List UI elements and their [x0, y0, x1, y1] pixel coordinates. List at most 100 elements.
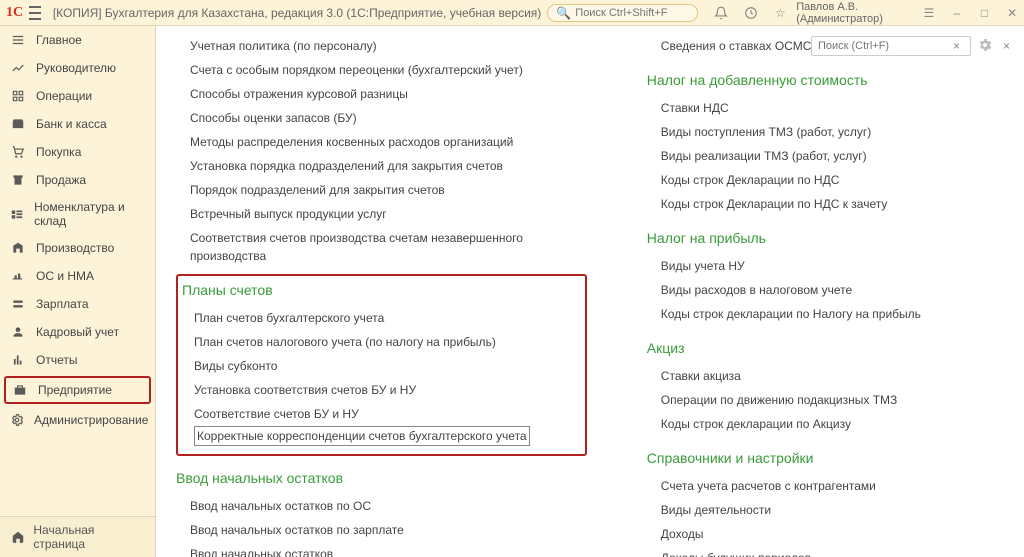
- nav-icon-6: [10, 206, 24, 222]
- group-title: Налог на добавленную стоимость: [647, 72, 1004, 88]
- lines-icon[interactable]: ☰: [923, 5, 935, 21]
- link[interactable]: Доходы: [647, 522, 1004, 546]
- nav-icon-3: [10, 116, 26, 132]
- history-icon[interactable]: [744, 5, 758, 21]
- nav-label: Руководителю: [36, 61, 116, 75]
- link[interactable]: Виды деятельности: [647, 498, 1004, 522]
- link[interactable]: Виды учета НУ: [647, 254, 1004, 278]
- home-label: Начальная страница: [33, 523, 145, 551]
- nav-item-2[interactable]: Операции: [0, 82, 155, 110]
- link[interactable]: Виды расходов в налоговом учете: [647, 278, 1004, 302]
- content-search-input[interactable]: [818, 40, 949, 52]
- close-window-icon[interactable]: ✕: [1006, 5, 1018, 21]
- nav-label: Операции: [36, 89, 92, 103]
- link[interactable]: Ставки акциза: [647, 364, 1004, 388]
- nav-item-5[interactable]: Продажа: [0, 166, 155, 194]
- nav-icon-13: [10, 412, 24, 428]
- bell-icon[interactable]: [714, 5, 728, 21]
- link[interactable]: Счета учета расчетов с контрагентами: [647, 474, 1004, 498]
- nav-label: Отчеты: [36, 353, 77, 367]
- nav-icon-4: [10, 144, 26, 160]
- link[interactable]: Встречный выпуск продукции услуг: [176, 202, 587, 226]
- group-title: Планы счетов: [182, 282, 579, 298]
- nav-icon-10: [10, 324, 26, 340]
- gear-icon[interactable]: [977, 37, 993, 56]
- nav-item-12[interactable]: Предприятие: [4, 376, 151, 404]
- link[interactable]: Соответствие счетов БУ и НУ: [180, 402, 579, 426]
- window-title: [КОПИЯ] Бухгалтерия для Казахстана, реда…: [53, 6, 541, 20]
- group-title: Справочники и настройки: [647, 450, 1004, 466]
- nav-icon-0: [10, 32, 26, 48]
- nav-item-7[interactable]: Производство: [0, 234, 155, 262]
- nav-icon-7: [10, 240, 26, 256]
- link[interactable]: Установка порядка подразделений для закр…: [176, 154, 587, 178]
- user-name[interactable]: Павлов А.В. (Администратор): [796, 1, 907, 25]
- nav-item-0[interactable]: Главное: [0, 26, 155, 54]
- link[interactable]: Коды строк декларации по Акцизу: [647, 412, 1004, 436]
- nav-label: Производство: [36, 241, 114, 255]
- link[interactable]: Виды субконто: [180, 354, 579, 378]
- group-title: Акциз: [647, 340, 1004, 356]
- link[interactable]: План счетов бухгалтерского учета: [180, 306, 579, 330]
- nav-label: Покупка: [36, 145, 81, 159]
- nav-label: Банк и касса: [36, 117, 107, 131]
- global-search-input[interactable]: [575, 7, 689, 19]
- nav-item-3[interactable]: Банк и касса: [0, 110, 155, 138]
- link[interactable]: Счета с особым порядком переоценки (бухг…: [176, 58, 587, 82]
- sidebar: Главное Руководителю Операции Банк и касса П…: [0, 26, 156, 557]
- highlighted-link[interactable]: Корректные корреспонденции счетов бухгал…: [194, 426, 530, 446]
- nav-item-10[interactable]: Кадровый учет: [0, 318, 155, 346]
- content-search[interactable]: ×: [811, 36, 971, 56]
- highlighted-group: Планы счетов План счетов бухгалтерского у…: [176, 274, 587, 456]
- link[interactable]: Порядок подразделений для закрытия счето…: [176, 178, 587, 202]
- nav-label: Администрирование: [34, 413, 148, 427]
- star-icon[interactable]: ☆: [774, 5, 786, 21]
- group-title: Ввод начальных остатков: [176, 470, 587, 486]
- link[interactable]: Доходы будущих периодов: [647, 546, 1004, 557]
- link[interactable]: Ввод начальных остатков: [176, 542, 587, 557]
- link[interactable]: Ввод начальных остатков по зарплате: [176, 518, 587, 542]
- minimize-icon[interactable]: –: [951, 5, 963, 21]
- link[interactable]: Ввод начальных остатков по ОС: [176, 494, 587, 518]
- search-icon: 🔍: [556, 6, 571, 20]
- nav-item-6[interactable]: Номенклатура и склад: [0, 194, 155, 234]
- link[interactable]: Коды строк Декларации по НДС к зачету: [647, 192, 1004, 216]
- nav-item-11[interactable]: Отчеты: [0, 346, 155, 374]
- home-nav[interactable]: Начальная страница: [0, 516, 155, 557]
- nav-icon-2: [10, 88, 26, 104]
- global-search[interactable]: 🔍: [547, 4, 698, 22]
- link[interactable]: Коды строк Декларации по НДС: [647, 168, 1004, 192]
- nav-label: ОС и НМА: [36, 269, 94, 283]
- link[interactable]: Виды реализации ТМЗ (работ, услуг): [647, 144, 1004, 168]
- nav-item-13[interactable]: Администрирование: [0, 406, 155, 434]
- link[interactable]: Способы оценки запасов (БУ): [176, 106, 587, 130]
- link[interactable]: Методы распределения косвенных расходов …: [176, 130, 587, 154]
- menu-icon[interactable]: [29, 6, 41, 20]
- link[interactable]: Ставки НДС: [647, 96, 1004, 120]
- close-panel-icon[interactable]: ×: [1003, 39, 1010, 53]
- home-icon: [10, 529, 25, 545]
- nav-icon-12: [12, 382, 28, 398]
- nav-icon-8: [10, 268, 26, 284]
- nav-item-1[interactable]: Руководителю: [0, 54, 155, 82]
- nav-label: Номенклатура и склад: [34, 200, 145, 228]
- nav-icon-5: [10, 172, 26, 188]
- nav-icon-1: [10, 60, 26, 76]
- nav-item-9[interactable]: Зарплата: [0, 290, 155, 318]
- logo: 1C: [6, 5, 23, 21]
- link[interactable]: Установка соответствия счетов БУ и НУ: [180, 378, 579, 402]
- nav-item-8[interactable]: ОС и НМА: [0, 262, 155, 290]
- maximize-icon[interactable]: □: [979, 5, 991, 21]
- link[interactable]: Коды строк декларации по Налогу на прибы…: [647, 302, 1004, 326]
- link[interactable]: Соответствия счетов производства счетам …: [176, 226, 587, 268]
- nav-label: Продажа: [36, 173, 86, 187]
- link[interactable]: Учетная политика (по персоналу): [176, 34, 587, 58]
- clear-search-icon[interactable]: ×: [949, 39, 964, 53]
- nav-label: Главное: [36, 33, 82, 47]
- link[interactable]: Способы отражения курсовой разницы: [176, 82, 587, 106]
- link[interactable]: Операции по движению подакцизных ТМЗ: [647, 388, 1004, 412]
- nav-item-4[interactable]: Покупка: [0, 138, 155, 166]
- nav-label: Зарплата: [36, 297, 89, 311]
- link[interactable]: Виды поступления ТМЗ (работ, услуг): [647, 120, 1004, 144]
- link[interactable]: План счетов налогового учета (по налогу …: [180, 330, 579, 354]
